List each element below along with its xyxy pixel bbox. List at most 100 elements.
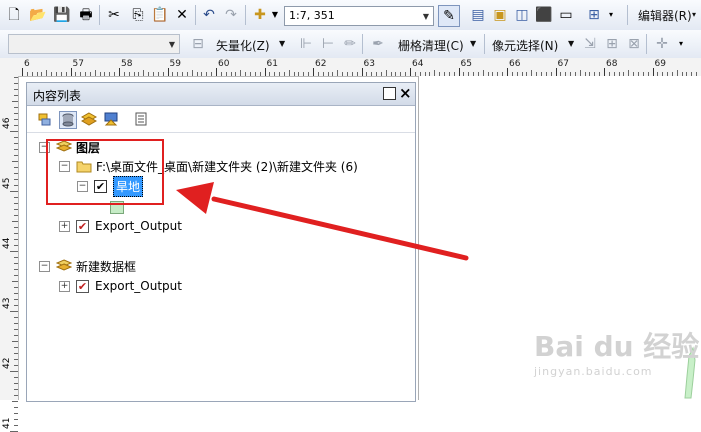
model-builder-icon[interactable]: ⊞ xyxy=(584,5,604,25)
ruler-tick xyxy=(119,68,120,76)
paste-icon[interactable]: 📋 xyxy=(150,5,170,25)
layer-node[interactable]: + ✔ Export_Output xyxy=(59,277,182,295)
ruler-tick xyxy=(14,347,18,348)
raster-painter-icon[interactable]: ✒ xyxy=(368,34,388,54)
raster-cleanup-menu[interactable]: 栅格清理(C) xyxy=(398,37,464,54)
delete-icon[interactable]: ✕ xyxy=(172,5,192,25)
ruler-tick xyxy=(235,72,237,76)
toolbar-options-icon[interactable]: ▾ xyxy=(676,34,686,54)
options-icon[interactable] xyxy=(133,111,149,127)
ruler-tick xyxy=(12,101,18,102)
ruler-tick xyxy=(14,389,18,390)
ruler-tick xyxy=(14,413,18,414)
ruler-tick xyxy=(14,293,18,294)
list-by-visibility-icon[interactable] xyxy=(81,111,97,127)
dock-pane-icon[interactable] xyxy=(383,87,396,100)
add-data-icon[interactable]: ✚ xyxy=(250,5,270,25)
new-document-icon[interactable]: 🗋 xyxy=(4,5,24,25)
python-window-icon[interactable]: ▭ xyxy=(556,5,576,25)
close-icon[interactable]: × xyxy=(399,84,412,102)
chevron-down-icon[interactable]: ▼ xyxy=(165,35,179,53)
ruler-tick xyxy=(14,263,18,264)
ruler-tick xyxy=(75,72,77,76)
list-by-drawing-order-icon[interactable] xyxy=(37,111,53,127)
layer-visibility-checkbox[interactable]: ✔ xyxy=(76,279,89,293)
ruler-tick xyxy=(14,89,18,90)
open-folder-icon[interactable]: 📂 xyxy=(28,5,48,25)
chevron-down-icon[interactable]: ▼ xyxy=(568,39,574,48)
ruler-tick xyxy=(356,72,358,76)
vectorization-settings-icon[interactable]: ⊟ xyxy=(188,34,208,54)
catalog-icon[interactable]: ▣ xyxy=(490,5,510,25)
generate-features-icon[interactable]: ⊩ xyxy=(296,34,316,54)
expand-icon[interactable]: + xyxy=(59,220,70,232)
ruler-tick xyxy=(186,72,188,76)
ruler-tick xyxy=(293,72,295,76)
ruler-tick xyxy=(555,68,557,76)
undo-icon[interactable]: ↶ xyxy=(199,5,219,25)
ruler-tick xyxy=(313,68,314,76)
target-layer-combobox[interactable]: ▼ xyxy=(8,34,180,54)
vectorize-line-icon[interactable]: ⊢ xyxy=(318,34,338,54)
map-scale-combobox[interactable]: 1:7, 351 ▼ xyxy=(284,6,434,26)
ruler-tick xyxy=(322,72,324,76)
ruler-tick xyxy=(99,72,101,76)
toolbar-options-icon[interactable]: ▾ xyxy=(606,5,616,25)
ruler-tick xyxy=(346,72,348,76)
ruler-tick xyxy=(230,72,232,76)
ruler-tick xyxy=(51,72,53,76)
copy-icon[interactable]: ⎘ xyxy=(128,5,148,25)
ruler-label: 66 xyxy=(509,59,521,69)
clear-selection-icon[interactable]: ⊠ xyxy=(624,34,644,54)
ruler-label: 58 xyxy=(121,59,133,69)
ruler-label: 64 xyxy=(412,59,424,69)
select-connected-cells-icon[interactable]: ⇲ xyxy=(580,34,600,54)
ruler-tick xyxy=(196,72,198,76)
chevron-down-icon[interactable]: ▼ xyxy=(270,5,280,25)
table-of-contents-icon[interactable]: ▤ xyxy=(468,5,488,25)
ruler-tick xyxy=(405,72,407,76)
redo-icon[interactable]: ↷ xyxy=(221,5,241,25)
chevron-down-icon[interactable]: ▼ xyxy=(419,7,433,25)
ruler-tick xyxy=(254,72,256,76)
ruler-tick xyxy=(283,72,285,76)
chevron-down-icon[interactable]: ▼ xyxy=(470,39,476,48)
ruler-tick xyxy=(14,335,18,336)
pencil-icon[interactable]: ✏ xyxy=(340,34,360,54)
layer-node[interactable]: + ✔ Export_Output xyxy=(59,217,182,235)
ruler-tick xyxy=(182,72,184,76)
arctoolbox-icon[interactable]: ⬛ xyxy=(534,5,554,25)
editor-toolbar-icon[interactable]: ✎ xyxy=(438,5,460,27)
editor-menu[interactable]: 编辑器(R) xyxy=(638,7,692,24)
cut-icon[interactable]: ✂ xyxy=(104,5,124,25)
ruler-tick xyxy=(14,425,18,426)
ruler-tick xyxy=(366,72,368,76)
ruler-tick xyxy=(94,70,96,76)
ruler-tick xyxy=(385,70,387,76)
interactive-select-icon[interactable]: ⊞ xyxy=(602,34,622,54)
ruler-tick xyxy=(414,72,416,76)
print-icon[interactable]: 🖶 xyxy=(76,5,96,25)
ruler-label: 42 xyxy=(2,357,12,369)
list-by-source-icon[interactable] xyxy=(59,111,77,129)
collapse-icon[interactable]: − xyxy=(39,260,50,272)
cell-selection-menu[interactable]: 像元选择(N) xyxy=(492,37,558,54)
ruler-tick xyxy=(327,72,329,76)
layer-visibility-checkbox[interactable]: ✔ xyxy=(76,219,89,233)
save-icon[interactable]: 💾 xyxy=(52,5,72,25)
search-window-icon[interactable]: ◫ xyxy=(512,5,532,25)
ruler-tick xyxy=(10,191,18,192)
crosshair-icon[interactable]: ✛ xyxy=(652,34,672,54)
ruler-tick xyxy=(376,72,378,76)
ruler-tick xyxy=(114,72,116,76)
ruler-tick xyxy=(225,72,227,76)
ruler-tick xyxy=(400,72,402,76)
chevron-down-icon[interactable]: ▾ xyxy=(692,10,696,19)
vectorize-menu[interactable]: 矢量化(Z) xyxy=(216,37,270,54)
expand-icon[interactable]: + xyxy=(59,280,70,292)
ruler-label: 45 xyxy=(2,177,12,189)
list-by-selection-icon[interactable] xyxy=(103,111,119,127)
ruler-label: 44 xyxy=(2,237,12,249)
data-frame-new[interactable]: − 新建数据框 xyxy=(39,257,136,275)
chevron-down-icon[interactable]: ▼ xyxy=(279,39,285,48)
